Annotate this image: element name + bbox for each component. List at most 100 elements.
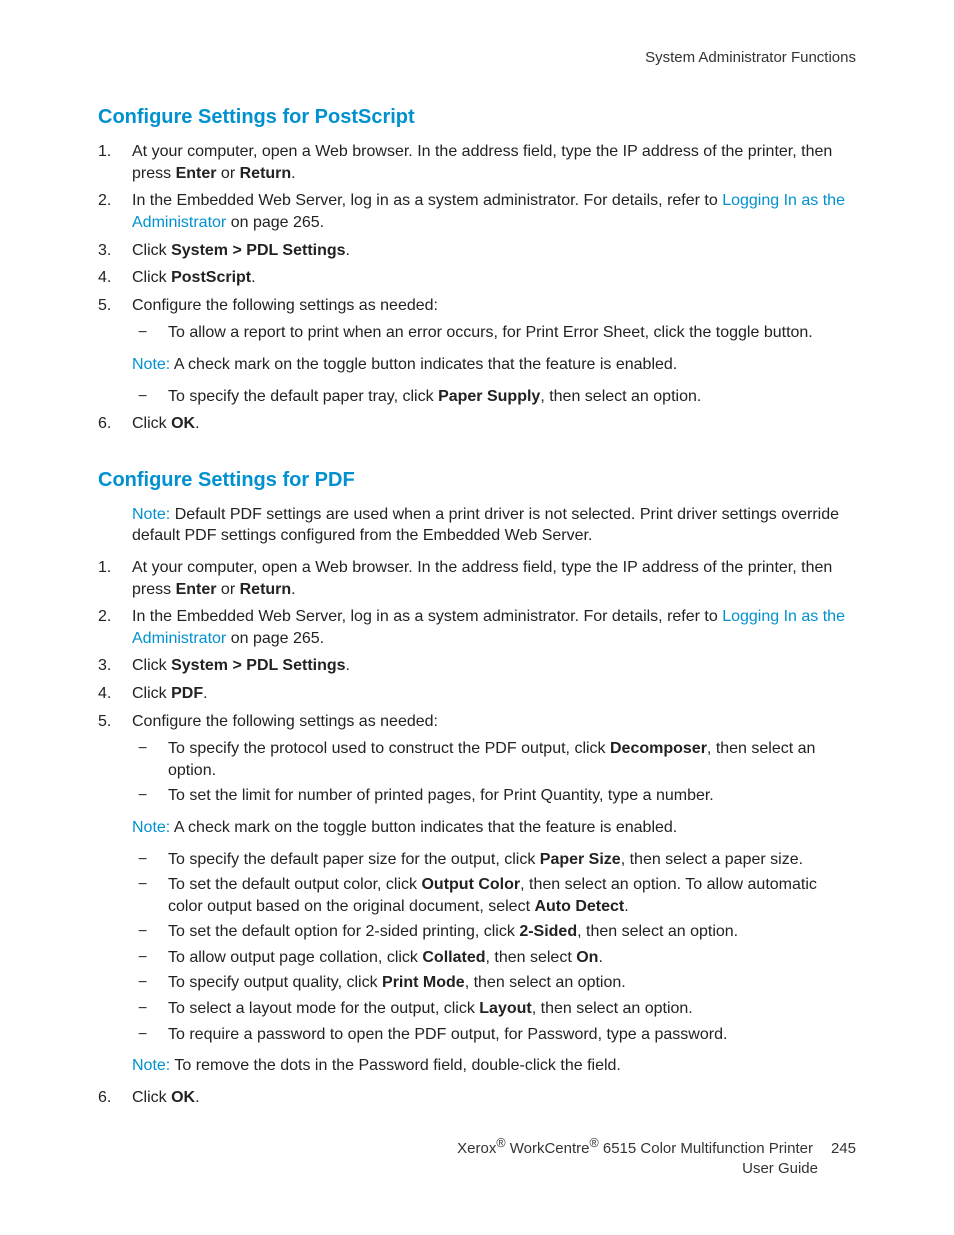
bold: Enter bbox=[176, 165, 217, 182]
bold: Collated bbox=[422, 949, 485, 966]
step-item: Click System > PDL Settings. bbox=[98, 655, 856, 677]
footer-product: WorkCentre bbox=[506, 1140, 590, 1157]
postscript-steps: At your computer, open a Web browser. In… bbox=[98, 141, 856, 435]
step-item: Click PDF. bbox=[98, 683, 856, 705]
sub-item: To allow a report to print when an error… bbox=[132, 322, 856, 344]
text: on page 265. bbox=[226, 630, 324, 647]
step-item: Configure the following settings as need… bbox=[98, 711, 856, 1077]
bold: Auto Detect bbox=[534, 898, 624, 915]
page-footer: Xerox® WorkCentre® 6515 Color Multifunct… bbox=[457, 1135, 856, 1180]
footer-doc-title: User Guide bbox=[457, 1159, 818, 1179]
text: or bbox=[216, 165, 239, 182]
step-item: Configure the following settings as need… bbox=[98, 295, 856, 407]
note: Note: To remove the dots in the Password… bbox=[132, 1055, 856, 1077]
note: Note: A check mark on the toggle button … bbox=[132, 354, 856, 376]
text: , then select an option. bbox=[540, 388, 701, 405]
step-item: In the Embedded Web Server, log in as a … bbox=[98, 190, 856, 233]
text: Click bbox=[132, 415, 171, 432]
text: . bbox=[291, 165, 295, 182]
bold: Decomposer bbox=[610, 740, 707, 757]
note-text: A check mark on the toggle button indica… bbox=[170, 819, 677, 836]
note-label: Note: bbox=[132, 1057, 170, 1074]
registered-icon: ® bbox=[496, 1136, 505, 1150]
text: Click bbox=[132, 685, 171, 702]
note-intro: Note: Default PDF settings are used when… bbox=[132, 504, 856, 547]
text: . bbox=[346, 657, 350, 674]
sub-list: To allow a report to print when an error… bbox=[132, 322, 856, 344]
text: Click bbox=[132, 242, 171, 259]
text: , then select an option. bbox=[577, 923, 738, 940]
note-text: To remove the dots in the Password field… bbox=[170, 1057, 621, 1074]
note-label: Note: bbox=[132, 506, 170, 523]
text: To set the default output color, click bbox=[168, 876, 421, 893]
sub-item: To specify output quality, click Print M… bbox=[132, 972, 856, 994]
running-header: System Administrator Functions bbox=[98, 48, 856, 68]
bold: OK bbox=[171, 415, 195, 432]
text: In the Embedded Web Server, log in as a … bbox=[132, 192, 722, 209]
text: . bbox=[195, 1089, 199, 1106]
bold: Return bbox=[240, 165, 292, 182]
sub-list: To specify the default paper size for th… bbox=[132, 849, 856, 1046]
step-item: In the Embedded Web Server, log in as a … bbox=[98, 606, 856, 649]
bold: Return bbox=[240, 581, 292, 598]
text: Click bbox=[132, 269, 171, 286]
text: . bbox=[203, 685, 207, 702]
bold: On bbox=[576, 949, 598, 966]
bold: Enter bbox=[176, 581, 217, 598]
bold: Print Mode bbox=[382, 974, 465, 991]
text: or bbox=[216, 581, 239, 598]
sub-item: To require a password to open the PDF ou… bbox=[132, 1024, 856, 1046]
sub-item: To allow output page collation, click Co… bbox=[132, 947, 856, 969]
bold: System > PDL Settings bbox=[171, 657, 345, 674]
text: , then select an option. bbox=[465, 974, 626, 991]
sub-item: To select a layout mode for the output, … bbox=[132, 998, 856, 1020]
text: To specify output quality, click bbox=[168, 974, 382, 991]
heading-pdf: Configure Settings for PDF bbox=[98, 467, 856, 494]
text: , then select a paper size. bbox=[621, 851, 803, 868]
pdf-steps: At your computer, open a Web browser. In… bbox=[98, 557, 856, 1108]
footer-brand: Xerox bbox=[457, 1140, 496, 1157]
bold: Paper Supply bbox=[438, 388, 540, 405]
text: Configure the following settings as need… bbox=[132, 713, 438, 730]
page-number: 245 bbox=[831, 1139, 856, 1159]
bold: Output Color bbox=[421, 876, 520, 893]
text: on page 265. bbox=[226, 214, 324, 231]
step-item: At your computer, open a Web browser. In… bbox=[98, 557, 856, 600]
text: . bbox=[251, 269, 255, 286]
bold: OK bbox=[171, 1089, 195, 1106]
bold: 2-Sided bbox=[519, 923, 577, 940]
text: To select a layout mode for the output, … bbox=[168, 1000, 479, 1017]
sub-item: To specify the protocol used to construc… bbox=[132, 738, 856, 781]
note-text: A check mark on the toggle button indica… bbox=[170, 356, 677, 373]
text: To specify the protocol used to construc… bbox=[168, 740, 610, 757]
bold: PDF bbox=[171, 685, 203, 702]
text: To allow output page collation, click bbox=[168, 949, 422, 966]
footer-model: 6515 Color Multifunction Printer bbox=[599, 1140, 813, 1157]
text: To specify the default paper tray, click bbox=[168, 388, 438, 405]
text: Click bbox=[132, 657, 171, 674]
text: Configure the following settings as need… bbox=[132, 297, 438, 314]
text: . bbox=[195, 415, 199, 432]
sub-list: To specify the protocol used to construc… bbox=[132, 738, 856, 807]
text: , then select an option. bbox=[532, 1000, 693, 1017]
sub-item: To specify the default paper tray, click… bbox=[132, 386, 856, 408]
step-item: At your computer, open a Web browser. In… bbox=[98, 141, 856, 184]
note-text: Default PDF settings are used when a pri… bbox=[132, 506, 839, 545]
sub-list: To specify the default paper tray, click… bbox=[132, 386, 856, 408]
text: To set the default option for 2-sided pr… bbox=[168, 923, 519, 940]
bold: Paper Size bbox=[540, 851, 621, 868]
note-label: Note: bbox=[132, 356, 170, 373]
note-label: Note: bbox=[132, 819, 170, 836]
sub-item: To set the default output color, click O… bbox=[132, 874, 856, 917]
text: . bbox=[598, 949, 602, 966]
bold: Layout bbox=[479, 1000, 531, 1017]
text: . bbox=[291, 581, 295, 598]
heading-postscript: Configure Settings for PostScript bbox=[98, 104, 856, 131]
sub-item: To set the default option for 2-sided pr… bbox=[132, 921, 856, 943]
text: Click bbox=[132, 1089, 171, 1106]
step-item: Click OK. bbox=[98, 413, 856, 435]
step-item: Click System > PDL Settings. bbox=[98, 240, 856, 262]
sub-item: To specify the default paper size for th… bbox=[132, 849, 856, 871]
text: . bbox=[624, 898, 628, 915]
text: To specify the default paper size for th… bbox=[168, 851, 540, 868]
